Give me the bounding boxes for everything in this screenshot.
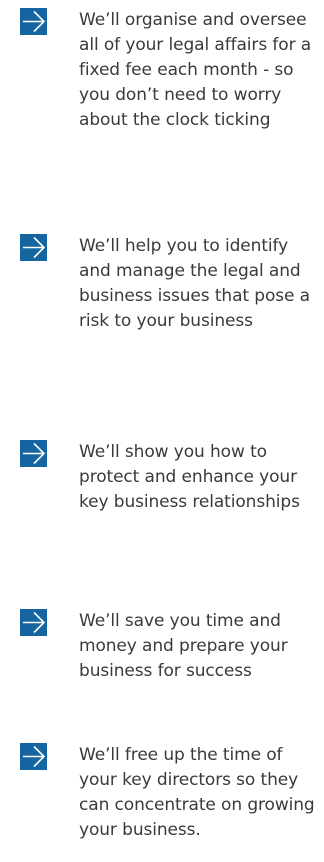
benefit-text: We’ll help you to identify and manage th… <box>79 236 310 331</box>
benefit-text: We’ll free up the time of your key direc… <box>79 745 315 840</box>
benefit-list: We’ll organise and oversee all of your l… <box>0 0 324 862</box>
benefit-text: We’ll show you how to protect and enhanc… <box>79 442 300 512</box>
benefit-text: We’ll save you time and money and prepar… <box>79 611 288 681</box>
arrow-right-icon <box>20 8 47 35</box>
arrow-right-icon <box>20 743 47 770</box>
benefit-text: We’ll organise and oversee all of your l… <box>79 10 312 130</box>
arrow-right-icon <box>20 234 47 261</box>
arrow-right-icon <box>20 609 47 636</box>
arrow-right-icon <box>20 440 47 467</box>
